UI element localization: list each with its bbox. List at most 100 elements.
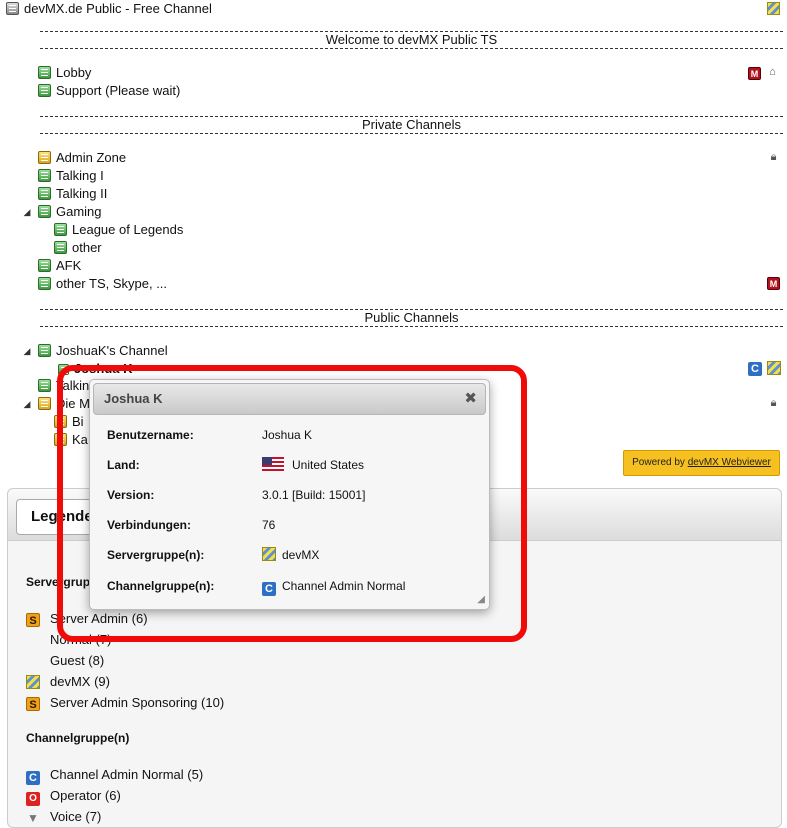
value-channel-groups: C Channel Admin Normal: [262, 577, 405, 596]
channel-icon: [54, 415, 67, 428]
powered-by-badge[interactable]: Powered by devMX Webviewer: [623, 450, 780, 476]
channel-joshuak[interactable]: JoshuaK's Channel: [38, 342, 168, 360]
channel-talking-2[interactable]: Talking II: [38, 185, 107, 203]
channel-label: Gaming: [56, 204, 102, 219]
spacer-public: Public Channels: [40, 309, 783, 327]
legend-guest: Guest (8): [50, 653, 105, 668]
spacer-private: Private Channels: [40, 116, 783, 134]
channel-icon: [54, 241, 67, 254]
channel-icon: [38, 205, 51, 218]
channel-icon: [54, 433, 67, 446]
channel-talking-1[interactable]: Talking I: [38, 167, 104, 185]
channel-icon: [38, 66, 51, 79]
legend-devmx: devMX (9): [26, 673, 110, 691]
channel-label: Die M: [56, 396, 90, 411]
value-server-groups: devMX: [262, 546, 319, 564]
channel-label: JoshuaK's Channel: [56, 343, 168, 358]
channel-label: Admin Zone: [56, 150, 127, 165]
label-channel-groups: Channelgruppe(n):: [107, 579, 215, 593]
server-admin-icon: S: [26, 612, 40, 627]
channel-group-icon: C: [748, 361, 762, 376]
value-country: United States: [262, 456, 364, 474]
channel-admin-icon: C: [262, 582, 276, 596]
channel-lobby[interactable]: Lobby: [38, 64, 91, 82]
channel-label: other TS, Skype, ...: [56, 276, 168, 291]
channel-icon: [38, 151, 51, 164]
legend-voice: ▼ Voice (7): [27, 809, 102, 825]
client-icon: [58, 364, 69, 375]
channel-label: Lobby: [56, 65, 92, 80]
home-icon: ⌂: [769, 66, 776, 78]
channel-support[interactable]: Support (Please wait): [38, 82, 180, 100]
label-server-groups: Servergruppe(n):: [107, 548, 205, 562]
legend-operator: O Operator (6): [26, 787, 121, 806]
channel-label: Ka: [72, 432, 88, 447]
channel-bi[interactable]: Bi: [54, 413, 84, 431]
channel-label: other: [72, 240, 102, 255]
moderated-icon: M: [767, 277, 780, 290]
channel-label: AFK: [56, 258, 82, 273]
channel-die-m[interactable]: Die M: [38, 395, 90, 413]
legend-server-admin-sponsoring: S Server Admin Sponsoring (10): [26, 694, 224, 712]
label-connections: Verbindungen:: [107, 518, 191, 532]
channel-label: Talkin: [56, 378, 90, 393]
powered-prefix: Powered by: [632, 457, 688, 468]
value-version: 3.0.1 [Build: 15001]: [262, 488, 366, 502]
channel-icon: [38, 277, 51, 290]
server-devmx-icon: [767, 2, 780, 15]
channel-label: League of Legends: [72, 222, 184, 237]
popup-title: Joshua K: [104, 391, 163, 406]
client-label: Joshua K: [74, 361, 133, 376]
popup-titlebar[interactable]: Joshua K ✖: [93, 383, 486, 415]
server-icon: [6, 2, 19, 15]
channel-afk[interactable]: AFK: [38, 257, 81, 275]
legend-normal: Normal (7): [50, 632, 112, 647]
channel-league-of-legends[interactable]: League of Legends: [54, 221, 183, 239]
channel-icon: [38, 169, 51, 182]
channel-other[interactable]: other: [54, 239, 102, 257]
devmx-icon: [26, 674, 40, 689]
collapse-arrow-icon[interactable]: ◢: [22, 399, 32, 410]
value-connections: 76: [262, 518, 276, 532]
operator-icon: O: [26, 791, 40, 806]
channel-icon: [38, 344, 51, 357]
server-row[interactable]: devMX.de Public - Free Channel: [6, 0, 212, 18]
moderated-icon: M: [748, 67, 761, 80]
channel-label: Support (Please wait): [56, 83, 181, 98]
label-username: Benutzername:: [107, 428, 194, 442]
channel-admin-zone[interactable]: Admin Zone: [38, 149, 126, 167]
channel-other-ts[interactable]: other TS, Skype, ...: [38, 275, 167, 293]
legend-server-admin: S Server Admin (6): [26, 610, 148, 628]
legend-channel-admin-normal: C Channel Admin Normal (5): [26, 766, 203, 786]
voice-icon: ▼: [27, 810, 39, 825]
devmx-group-icon: [767, 361, 781, 375]
collapse-arrow-icon[interactable]: ◢: [22, 207, 32, 218]
channel-icon: [38, 84, 51, 97]
user-info-popup: Joshua K ✖ Benutzername: Joshua K Land: …: [89, 379, 490, 610]
channel-icon: [54, 223, 67, 236]
powered-link[interactable]: devMX Webviewer: [688, 457, 771, 468]
channel-icon: [38, 397, 51, 410]
server-admin-sponsoring-icon: S: [26, 696, 40, 711]
channel-icon: [38, 379, 51, 392]
value-username: Joshua K: [262, 428, 313, 442]
channel-gaming[interactable]: Gaming: [38, 203, 102, 221]
channel-admin-icon: C: [26, 771, 40, 786]
channel-icon: [38, 187, 51, 200]
collapse-arrow-icon[interactable]: ◢: [22, 346, 32, 357]
channel-ka[interactable]: Ka: [54, 431, 88, 449]
channel-talkin[interactable]: Talkin: [38, 377, 89, 395]
close-icon[interactable]: ✖: [464, 389, 477, 407]
channel-groups-heading: Channelgruppe(n): [26, 731, 130, 745]
label-country: Land:: [107, 458, 140, 472]
client-joshua-k[interactable]: Joshua K: [58, 360, 133, 378]
us-flag-icon: [262, 457, 284, 471]
lock-icon: 🔒︎: [770, 151, 777, 163]
spacer-welcome: Welcome to devMX Public TS: [40, 31, 783, 49]
label-version: Version:: [107, 488, 155, 502]
channel-icon: [38, 259, 51, 272]
channel-label: Talking I: [56, 168, 104, 183]
channel-label: Talking II: [56, 186, 108, 201]
resize-handle-icon[interactable]: ◢: [477, 594, 485, 605]
devmx-icon: [262, 547, 276, 561]
